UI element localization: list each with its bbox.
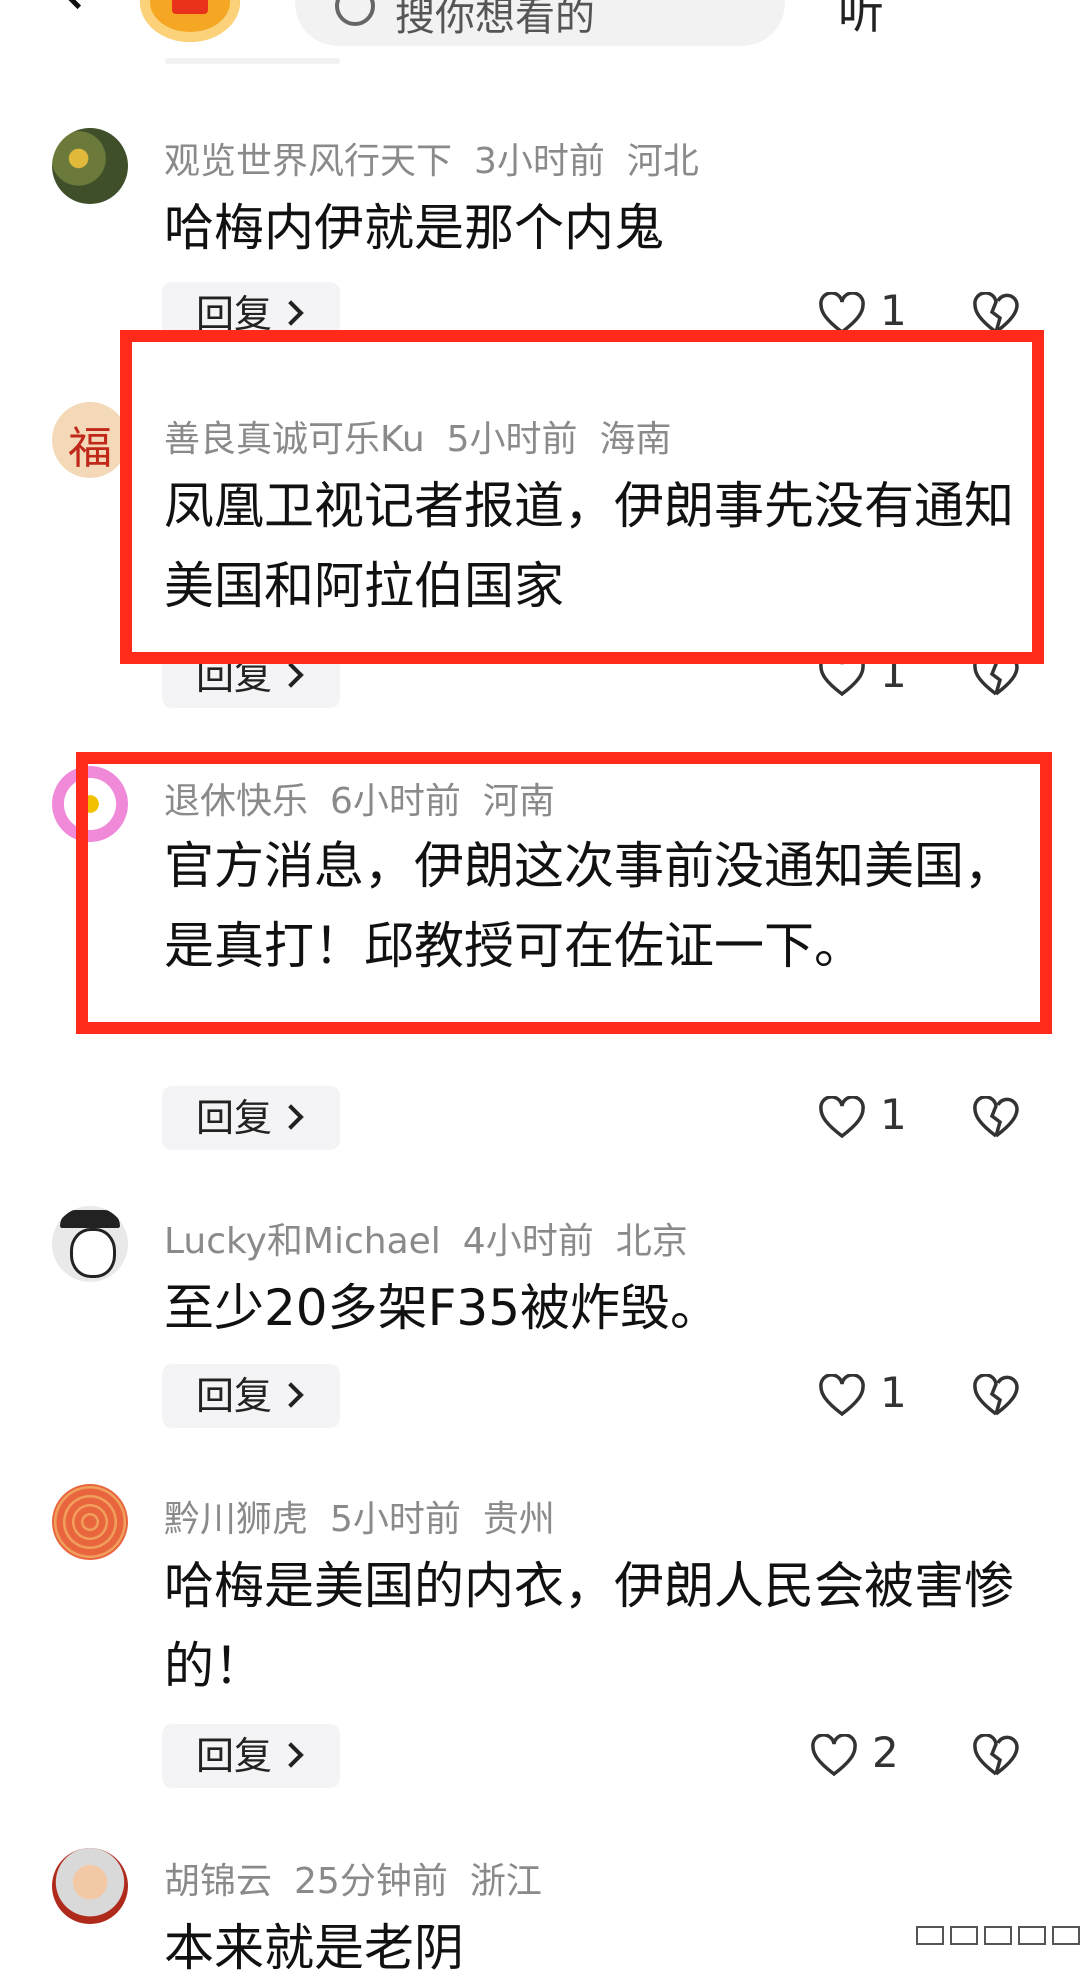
chevron-right-icon	[278, 1381, 304, 1408]
username[interactable]: 观览世界风行天下	[164, 141, 452, 182]
broken-heart-icon[interactable]	[972, 1096, 1020, 1140]
system-nav-indicator	[910, 1926, 1080, 1945]
timestamp: 5小时前	[330, 1499, 461, 1540]
reply-button[interactable]: 回复	[162, 1086, 340, 1150]
timestamp: 3小时前	[474, 141, 605, 182]
search-icon	[335, 0, 375, 26]
comment-meta: 善良真诚可乐Ku 5小时前海南	[164, 410, 694, 462]
broken-heart-icon[interactable]	[972, 1374, 1020, 1418]
avatar[interactable]: 福	[52, 402, 128, 478]
avatar[interactable]	[52, 1848, 128, 1924]
like-count: 1	[880, 1368, 907, 1417]
timestamp: 5小时前	[446, 419, 578, 460]
username[interactable]: 黔川狮虎	[164, 1499, 308, 1540]
username[interactable]: 退休快乐	[164, 781, 308, 822]
comment-text: 哈梅内伊就是那个内鬼	[164, 199, 664, 257]
like-count: 2	[872, 1728, 899, 1777]
location: 海南	[599, 419, 672, 460]
chevron-right-icon	[278, 661, 304, 688]
avatar[interactable]	[52, 1484, 128, 1560]
broken-heart-icon[interactable]	[972, 1734, 1020, 1778]
comment-text: 本来就是老阴	[164, 1919, 464, 1977]
app-logo[interactable]	[140, 0, 240, 42]
top-bar: 搜你想看的 听	[0, 0, 1080, 68]
search-placeholder: 搜你想看的	[395, 0, 595, 40]
divider	[165, 58, 340, 64]
chevron-right-icon	[278, 1103, 304, 1130]
comment-text: 凤凰卫视记者报道，伊朗事先没有通知美国和阿拉伯国家	[164, 477, 1014, 615]
comment-meta: 黔川狮虎 5小时前 贵州	[164, 1490, 577, 1542]
comment-text: 官方消息，伊朗这次事前没通知美国，是真打！邱教授可在佐证一下。	[164, 837, 1014, 975]
location: 河南	[482, 781, 555, 822]
reply-label: 回复	[196, 1096, 273, 1140]
chevron-right-icon	[278, 299, 304, 326]
username[interactable]: 胡锦云	[164, 1861, 272, 1902]
heart-icon[interactable]	[818, 1374, 866, 1418]
like-count: 1	[880, 286, 907, 335]
search-input[interactable]: 搜你想看的	[295, 0, 785, 46]
location: 贵州	[482, 1499, 555, 1540]
avatar[interactable]	[52, 128, 128, 204]
reply-button[interactable]: 回复	[162, 1364, 340, 1428]
timestamp: 25分钟前	[294, 1861, 448, 1902]
location: 北京	[615, 1221, 688, 1262]
reply-label: 回复	[196, 1734, 273, 1778]
comment-meta: Lucky和Michael 4小时前 北京	[164, 1212, 710, 1264]
chevron-right-icon	[278, 1741, 304, 1768]
username[interactable]: 善良真诚可乐Ku	[164, 419, 425, 460]
location: 浙江	[469, 1861, 542, 1902]
timestamp: 4小时前	[462, 1221, 594, 1262]
comment-meta: 胡锦云 25分钟前 浙江	[164, 1852, 564, 1904]
location: 河北	[626, 141, 699, 182]
heart-icon[interactable]	[818, 1096, 866, 1140]
back-icon[interactable]	[49, 0, 106, 10]
username[interactable]: Lucky和Michael	[164, 1221, 441, 1262]
comment-text: 哈梅是美国的内衣，伊朗人民会被害惨的！	[164, 1557, 1014, 1695]
reply-label: 回复	[196, 1374, 273, 1418]
listen-button[interactable]: 听	[838, 0, 884, 42]
comment-text: 至少20多架F35被炸毁。	[164, 1279, 721, 1337]
like-count: 1	[880, 1090, 907, 1139]
comment-meta: 退休快乐 6小时前 河南	[164, 772, 577, 824]
timestamp: 6小时前	[330, 781, 461, 822]
comment-meta: 观览世界风行天下 3小时前 河北	[164, 132, 721, 184]
avatar[interactable]	[52, 1206, 128, 1282]
heart-icon[interactable]	[810, 1734, 858, 1778]
reply-button[interactable]: 回复	[162, 1724, 340, 1788]
